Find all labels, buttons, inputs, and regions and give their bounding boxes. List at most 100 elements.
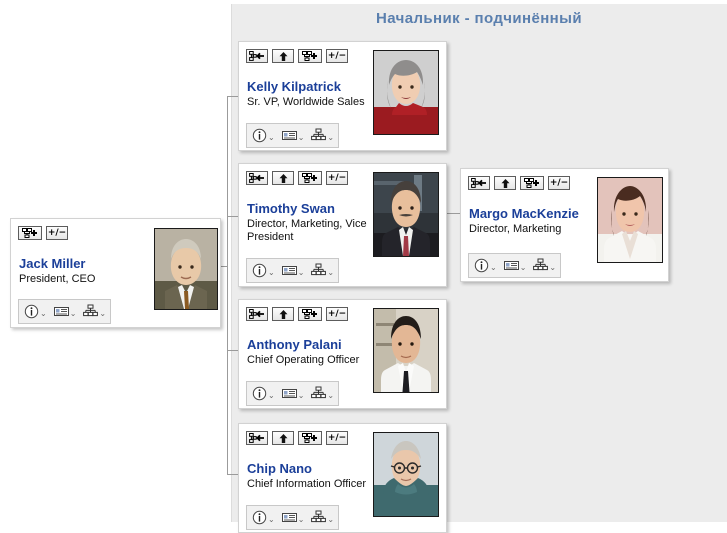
chevron-down-icon: ⌄	[268, 133, 275, 142]
org-chart-icon	[311, 128, 327, 143]
person-name: Margo MacKenzie	[469, 206, 579, 221]
connector-to-timothy	[227, 216, 238, 217]
person-name: Anthony Palani	[247, 337, 342, 352]
expand-collapse-icon[interactable]: +/−	[46, 226, 68, 240]
info-button[interactable]: ⌄	[20, 301, 50, 322]
org-chart-button[interactable]: ⌄	[307, 260, 337, 281]
expand-collapse-label: +/−	[327, 172, 347, 183]
connector-vertical-main	[227, 96, 228, 474]
person-card-kelly-kilpatrick[interactable]: +/− Kelly Kilpatrick Sr. VP, Worldwide S…	[238, 41, 447, 151]
business-card-icon	[281, 128, 297, 143]
expand-collapse-icon[interactable]: +/−	[326, 431, 348, 445]
connector-to-kelly	[227, 96, 238, 97]
avatar	[154, 228, 218, 310]
card-toolbar-top: +/−	[246, 307, 348, 321]
business-card-button[interactable]: ⌄	[278, 125, 308, 146]
expand-collapse-label: +/−	[327, 50, 347, 61]
business-card-icon	[281, 510, 297, 525]
avatar	[373, 50, 439, 135]
chevron-down-icon: ⌄	[268, 268, 275, 277]
business-card-button[interactable]: ⌄	[278, 383, 308, 404]
chevron-down-icon: ⌄	[69, 309, 77, 318]
expand-collapse-icon[interactable]: +/−	[326, 49, 348, 63]
card-toolbar-bottom: ⌄ ⌄ ⌄	[246, 123, 340, 148]
org-chart-button[interactable]: ⌄	[307, 383, 337, 404]
page-title: Начальник - подчинённый	[376, 10, 582, 27]
business-card-button[interactable]: ⌄	[500, 255, 530, 276]
person-title: Director, Marketing, Vice President	[247, 218, 367, 243]
business-card-button[interactable]: ⌄	[50, 301, 80, 322]
add-node-icon[interactable]	[520, 176, 544, 190]
org-chart-button[interactable]: ⌄	[529, 255, 559, 276]
card-toolbar-top: +/−	[246, 171, 348, 185]
org-chart-button[interactable]: ⌄	[307, 125, 337, 146]
move-up-icon[interactable]	[272, 307, 294, 321]
chevron-down-icon: ⌄	[297, 133, 305, 142]
add-node-icon[interactable]	[298, 307, 322, 321]
card-toolbar-top: +/−	[468, 176, 570, 190]
info-button[interactable]: ⌄	[248, 383, 278, 404]
goto-manager-icon[interactable]	[246, 431, 268, 445]
move-up-icon[interactable]	[494, 176, 516, 190]
add-node-icon[interactable]	[298, 171, 322, 185]
card-toolbar-bottom: ⌄ ⌄ ⌄	[246, 381, 340, 406]
person-name: Jack Miller	[19, 256, 86, 271]
business-card-button[interactable]: ⌄	[278, 507, 308, 528]
move-up-icon[interactable]	[272, 171, 294, 185]
person-card-jack-miller[interactable]: +/− Jack Miller President, CEO ⌄ ⌄ ⌄	[10, 218, 221, 328]
chevron-down-icon: ⌄	[549, 263, 557, 272]
expand-collapse-icon[interactable]: +/−	[326, 171, 348, 185]
info-button[interactable]: ⌄	[248, 125, 278, 146]
move-up-icon[interactable]	[272, 431, 294, 445]
card-toolbar-top: +/−	[246, 49, 348, 63]
person-card-chip-nano[interactable]: +/− Chip Nano Chief Information Officer	[238, 423, 447, 533]
move-up-icon[interactable]	[272, 49, 294, 63]
info-icon	[474, 258, 489, 273]
org-chart-page: Начальник - подчинённый +/− Jack Miller …	[0, 0, 727, 533]
org-chart-icon	[311, 263, 327, 278]
goto-manager-icon[interactable]	[468, 176, 490, 190]
org-chart-button[interactable]: ⌄	[79, 301, 109, 322]
person-card-margo-mackenzie[interactable]: +/− Margo MacKenzie Director, Marketing	[460, 168, 669, 282]
card-toolbar-top: +/−	[246, 431, 348, 445]
org-chart-button[interactable]: ⌄	[307, 507, 337, 528]
avatar	[373, 172, 439, 257]
person-title: Sr. VP, Worldwide Sales	[247, 96, 365, 108]
avatar	[597, 177, 663, 263]
card-toolbar-bottom: ⌄ ⌄ ⌄	[246, 258, 340, 283]
avatar	[373, 432, 439, 517]
business-card-icon	[53, 304, 69, 319]
chevron-down-icon: ⌄	[297, 268, 305, 277]
person-name: Kelly Kilpatrick	[247, 79, 341, 94]
person-name: Chip Nano	[247, 461, 312, 476]
expand-collapse-icon[interactable]: +/−	[326, 307, 348, 321]
person-title: Chief Operating Officer	[247, 354, 360, 366]
chevron-down-icon: ⌄	[327, 268, 335, 277]
info-button[interactable]: ⌄	[248, 260, 278, 281]
card-toolbar-bottom: ⌄ ⌄ ⌄	[246, 505, 340, 530]
business-card-button[interactable]: ⌄	[278, 260, 308, 281]
info-icon	[252, 263, 267, 278]
info-icon	[252, 128, 267, 143]
connector-to-anthony	[227, 350, 238, 351]
chevron-down-icon: ⌄	[268, 391, 275, 400]
add-node-icon[interactable]	[18, 226, 42, 240]
person-card-timothy-swan[interactable]: +/− Timothy Swan Director, Marketing, Vi…	[238, 163, 447, 287]
chevron-down-icon: ⌄	[40, 309, 47, 318]
card-toolbar-bottom: ⌄ ⌄ ⌄	[468, 253, 562, 278]
goto-manager-icon[interactable]	[246, 171, 268, 185]
person-title: President, CEO	[19, 273, 96, 285]
chevron-down-icon: ⌄	[297, 391, 305, 400]
goto-manager-icon[interactable]	[246, 49, 268, 63]
org-chart-icon	[533, 258, 549, 273]
add-node-icon[interactable]	[298, 431, 322, 445]
info-button[interactable]: ⌄	[470, 255, 500, 276]
info-button[interactable]: ⌄	[248, 507, 278, 528]
add-node-icon[interactable]	[298, 49, 322, 63]
chevron-down-icon: ⌄	[519, 263, 527, 272]
goto-manager-icon[interactable]	[246, 307, 268, 321]
person-card-anthony-palani[interactable]: +/− Anthony Palani Chief Operating Offic…	[238, 299, 447, 409]
avatar	[373, 308, 439, 393]
expand-collapse-label: +/−	[327, 308, 347, 319]
expand-collapse-icon[interactable]: +/−	[548, 176, 570, 190]
